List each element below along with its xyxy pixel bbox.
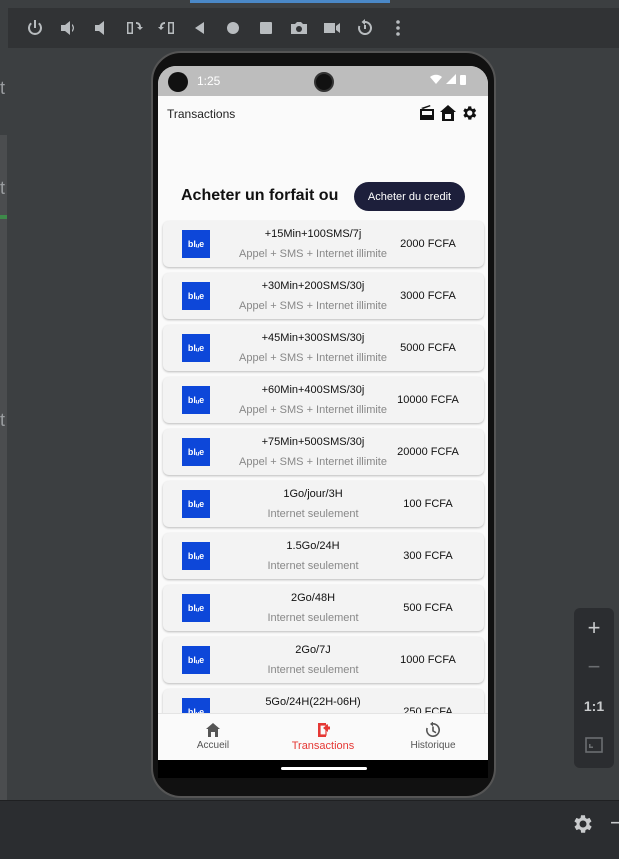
plan-price: 10000 FCFA (397, 394, 459, 406)
emulator-toolbar (8, 8, 619, 48)
video-icon[interactable] (315, 11, 348, 45)
plan-card[interactable]: blᵤe +75Min+500SMS/30j Appel + SMS + Inter… (163, 429, 484, 475)
gesture-home-bar[interactable] (281, 767, 367, 770)
plan-price: 20000 FCFA (397, 446, 459, 458)
more-icon[interactable] (381, 11, 414, 45)
operator-logo: blᵤe (182, 334, 210, 362)
bottom-panel (0, 800, 619, 859)
plan-list: blᵤe +15Min+100SMS/7j Appel + SMS + Intern… (163, 221, 484, 741)
side-letter: t (0, 410, 6, 430)
collapse-icon[interactable]: − (610, 810, 619, 836)
plan-card[interactable]: blᵤe +15Min+100SMS/7j Appel + SMS + Intern… (163, 221, 484, 267)
nav-label: Accueil (196, 740, 230, 751)
plan-card[interactable]: blᵤe 2Go/7J Internet seulement 1000 FCFA (163, 637, 484, 683)
operator-logo: blᵤe (182, 542, 210, 570)
camera-icon[interactable] (282, 11, 315, 45)
zoom-actual-size-button[interactable]: 1:1 (574, 686, 614, 725)
operator-logo: blᵤe (182, 282, 210, 310)
phone-screen: 1:25 Transactions Acheter un forfait ou … (158, 66, 488, 760)
nav-label: Transactions (291, 740, 355, 752)
buy-credit-button[interactable]: Acheter du credit (354, 182, 465, 211)
plan-card[interactable]: blᵤe +60Min+400SMS/30j Appel + SMS + Inter… (163, 377, 484, 423)
settings-gear-icon[interactable] (570, 812, 594, 836)
radio-icon[interactable] (418, 104, 436, 122)
plan-price: 300 FCFA (403, 550, 453, 562)
operator-logo: blᵤe (182, 646, 210, 674)
plan-price: 100 FCFA (403, 498, 453, 510)
nav-transactions[interactable]: Transactions (268, 714, 378, 760)
bottom-navigation: Accueil Transactions Historique (158, 713, 488, 760)
operator-logo: blᵤe (182, 386, 210, 414)
status-time: 1:25 (197, 74, 221, 88)
plan-price: 3000 FCFA (400, 290, 456, 302)
home-icon[interactable] (216, 11, 249, 45)
overview-icon[interactable] (249, 11, 282, 45)
signal-icon (446, 74, 456, 84)
operator-logo: blᵤe (182, 438, 210, 466)
operator-logo: blᵤe (182, 230, 210, 258)
operator-logo: blᵤe (182, 594, 210, 622)
home-icon (206, 723, 220, 737)
back-icon[interactable] (183, 11, 216, 45)
transactions-icon (318, 723, 330, 737)
snapshot-icon[interactable] (348, 11, 381, 45)
plan-price: 500 FCFA (403, 602, 453, 614)
side-indicator (0, 215, 7, 219)
nav-accueil[interactable]: Accueil (158, 714, 268, 760)
front-camera (314, 72, 334, 92)
plan-card[interactable]: blᵤe 1Go/jour/3H Internet seulement 100 FCF… (163, 481, 484, 527)
plan-card[interactable]: blᵤe 2Go/48H Internet seulement 500 FCFA (163, 585, 484, 631)
volume-down-icon[interactable] (84, 11, 117, 45)
volume-up-icon[interactable] (51, 11, 84, 45)
zoom-controls: + − 1:1 (574, 608, 614, 768)
settings-icon[interactable] (460, 104, 478, 122)
zoom-in-button[interactable]: + (574, 608, 614, 647)
nav-historique[interactable]: Historique (378, 714, 488, 760)
plan-card[interactable]: blᵤe +45Min+300SMS/30j Appel + SMS + Inter… (163, 325, 484, 371)
wifi-icon (430, 74, 442, 84)
zoom-out-button[interactable]: − (574, 647, 614, 686)
camera-cutout (168, 72, 188, 92)
page-title: Transactions (167, 107, 236, 121)
plan-price: 5000 FCFA (400, 342, 456, 354)
plan-price: 1000 FCFA (400, 654, 456, 666)
side-letter: t (0, 178, 6, 198)
status-bar: 1:25 (158, 66, 488, 96)
section-heading: Acheter un forfait ou (181, 187, 339, 204)
plan-price: 2000 FCFA (400, 238, 456, 250)
power-icon[interactable] (18, 11, 51, 45)
appbar-actions (418, 104, 478, 122)
nav-label: Historique (410, 740, 456, 751)
rotate-right-icon[interactable] (150, 11, 183, 45)
side-panel-edge (0, 135, 7, 800)
side-letter: t (0, 78, 6, 98)
house-icon[interactable] (439, 104, 457, 122)
battery-icon (460, 75, 466, 85)
history-icon (426, 722, 440, 737)
plan-card[interactable]: blᵤe 1.5Go/24H Internet seulement 300 FCFA (163, 533, 484, 579)
status-icons (430, 74, 466, 85)
plan-card[interactable]: blᵤe +30Min+200SMS/30j Appel + SMS + Inter… (163, 273, 484, 319)
operator-logo: blᵤe (182, 490, 210, 518)
fit-screen-icon[interactable] (574, 725, 614, 764)
rotate-left-icon[interactable] (117, 11, 150, 45)
toolbar-accent-line (190, 0, 390, 3)
